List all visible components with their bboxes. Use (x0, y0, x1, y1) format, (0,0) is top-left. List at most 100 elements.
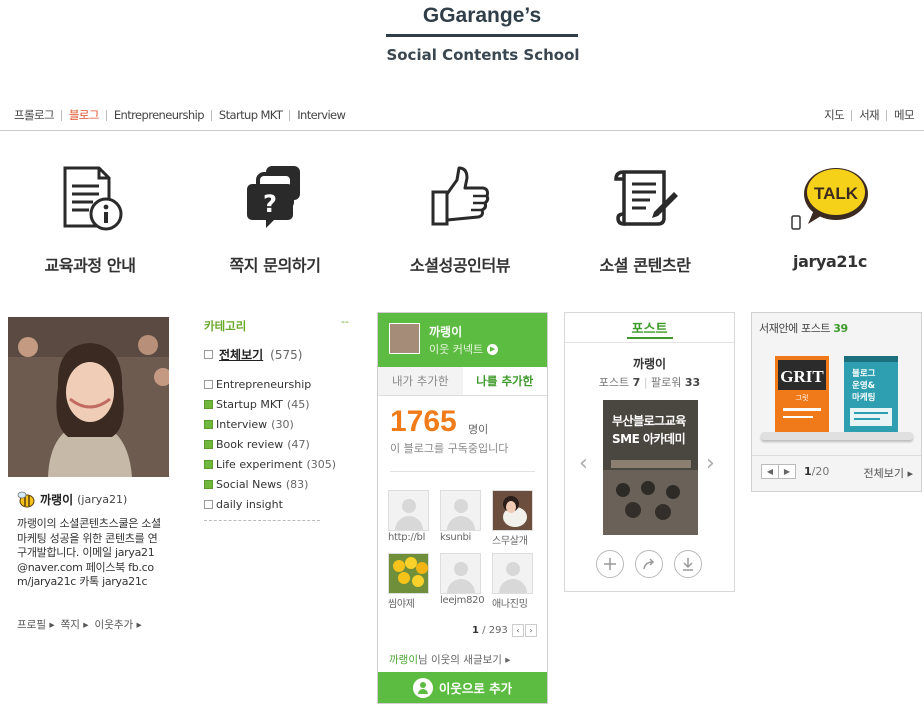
neighbor-connect-label: 이웃 커넥트 (429, 343, 484, 356)
post-author: 까랭이 (632, 357, 667, 371)
tab-added-me[interactable]: 나를 추가한 (462, 367, 547, 395)
category-all[interactable]: 전체보기 (575) (204, 346, 302, 363)
subscriber-description: 이 블로그를 구독중입니다 (390, 442, 509, 455)
category-item[interactable]: Startup MKT (45) (204, 394, 336, 414)
shortcut-label: 쪽지 문의하기 (229, 256, 321, 275)
category-collapse-toggle[interactable]: -- (341, 315, 349, 328)
category-item[interactable]: Book review (47) (204, 434, 336, 454)
menu-divider (210, 109, 212, 121)
neighbor-more-text: 님 이웃의 새글보기 ▸ (417, 654, 511, 666)
neighbor-item[interactable]: 애나진밍 (492, 553, 544, 610)
default-avatar-icon (492, 553, 533, 594)
next-page-button[interactable]: › (525, 624, 537, 637)
next-page-button[interactable]: ▶ (778, 464, 796, 479)
shortcut-success-interview[interactable]: 소셜성공인터뷰 (375, 162, 545, 275)
neighbor-more-name: 까랭이 (389, 654, 418, 666)
post-stats: 포스트 7 | 팔로워 33 (598, 376, 701, 389)
bee-icon (17, 491, 35, 508)
neighbor-new-posts-link[interactable]: 까랭이님 이웃의 새글보기 ▸ (389, 652, 511, 667)
post-thumbnail[interactable]: 부산블로그교육SME 아카데미 (603, 400, 698, 535)
svg-text:?: ? (263, 190, 277, 218)
add-neighbor-button[interactable]: 이웃으로 추가 (378, 672, 547, 703)
neighbor-name: ksunbi (440, 532, 472, 543)
page-total: /20 (811, 465, 830, 478)
neighbor-item[interactable]: ksunbi (440, 490, 492, 547)
shortcut-label: jarya21c (793, 252, 867, 271)
post-thumbnail-text: 부산블로그교육SME 아카데미 (612, 414, 686, 446)
kakao-talk-icon: TALK (791, 168, 868, 230)
neighbor-name: leejm820 (440, 595, 485, 606)
menu-map[interactable]: 지도 (824, 107, 845, 123)
shortcut-kakao-talk[interactable]: TALK jarya21c (745, 162, 915, 271)
add-neighbor-link[interactable]: 이웃추가 ▸ (95, 617, 142, 632)
library-title-text: 서재안에 포스트 (759, 322, 831, 335)
green-page-icon (204, 479, 213, 489)
menu-divider (105, 109, 107, 121)
book-cover[interactable]: GRIT 그릿 (775, 356, 829, 433)
svg-text:운영&: 운영& (852, 380, 876, 391)
neighbor-item[interactable]: http://bl (388, 490, 440, 547)
page-icon (204, 499, 213, 509)
plus-icon[interactable] (596, 550, 624, 578)
post-widget: 포스트 까랭이 포스트 7 | 팔로워 33 ‹ 부산블로그교육SME 아카데미… (564, 312, 735, 592)
brand-subtitle: Social Contents School (386, 46, 580, 64)
chevron-left-icon[interactable]: ‹ (579, 451, 588, 476)
category-item[interactable]: Entrepreneurship (204, 374, 336, 394)
neighbor-item[interactable]: 씸야제 (388, 553, 440, 610)
neighbor-item[interactable]: leejm820 (440, 553, 492, 610)
category-divider (204, 520, 320, 521)
subscriber-unit: 명이 (468, 423, 489, 436)
menu-blog[interactable]: 블로그 (69, 107, 100, 123)
see-all-link[interactable]: 전체보기 ▸ (864, 465, 914, 481)
svg-text:TALK: TALK (814, 184, 859, 203)
share-icon[interactable] (635, 550, 663, 578)
library-title: 서재안에 포스트 39 (759, 320, 848, 336)
category-name: Life experiment (216, 457, 303, 471)
neighbor-name: 스무살개 (492, 536, 528, 547)
brand-title[interactable]: GGarange’s (386, 4, 578, 28)
neighbor-name: 애나진밍 (492, 599, 528, 610)
profile-link[interactable]: 프로필 ▸ (17, 617, 55, 632)
post-widget-title[interactable]: 포스트 (565, 318, 734, 337)
shortcut-course-info[interactable]: 교육과정 안내 (5, 162, 175, 275)
category-count: (45) (286, 397, 310, 411)
menu-entrepreneurship[interactable]: Entrepreneurship (114, 108, 205, 122)
subscriber-count: 1765 (390, 405, 457, 438)
category-name: daily insight (216, 497, 283, 511)
neighbor-pagination: 1 / 293 (472, 625, 508, 636)
neighbor-connect-link[interactable]: 이웃 커넥트 ▶ (429, 341, 499, 357)
menu-library[interactable]: 서재 (859, 107, 880, 123)
category-item[interactable]: Interview (30) (204, 414, 336, 434)
category-item[interactable]: daily insight (204, 494, 336, 514)
profile-photo[interactable] (8, 317, 169, 477)
download-icon[interactable] (674, 550, 702, 578)
profile-photo-image (8, 317, 169, 477)
tab-added-by-me[interactable]: 내가 추가한 (378, 367, 463, 395)
shortcut-label: 소셜 콘텐츠란 (599, 256, 691, 275)
message-link[interactable]: 쪽지 ▸ (61, 617, 89, 632)
category-item[interactable]: Life experiment (305) (204, 454, 336, 474)
menu-divider (851, 109, 853, 121)
menu-startup-mkt[interactable]: Startup MKT (219, 108, 283, 122)
chevron-right-icon[interactable]: › (706, 451, 715, 476)
shortcut-message-inquiry[interactable]: ? 쪽지 문의하기 (190, 162, 360, 275)
neighbor-item[interactable]: 스무살개 (492, 490, 544, 547)
category-count: (305) (306, 457, 337, 471)
prev-page-button[interactable]: ◀ (761, 464, 779, 479)
category-item[interactable]: Social News (83) (204, 474, 336, 494)
shortcut-label: 교육과정 안내 (44, 256, 136, 275)
menu-interview[interactable]: Interview (297, 108, 346, 122)
thumbs-up-icon (431, 166, 490, 226)
add-neighbor-label: 이웃으로 추가 (438, 681, 513, 696)
shortcut-social-contents[interactable]: 소셜 콘텐츠란 (560, 162, 730, 275)
posts-label: 포스트 (598, 376, 630, 389)
neighbor-owner-name: 까랭이 (429, 325, 463, 339)
category-count: (83) (285, 477, 309, 491)
prev-page-button[interactable]: ‹ (512, 624, 524, 637)
menu-memo[interactable]: 메모 (894, 107, 915, 123)
category-count: (47) (287, 437, 310, 451)
profile-name-row: 까랭이 (jarya21) (16, 490, 127, 508)
avatar[interactable] (389, 323, 420, 354)
book-cover[interactable]: 블로그 운영& 마케팅 (844, 356, 898, 433)
menu-prologue[interactable]: 프롤로그 (14, 107, 55, 123)
